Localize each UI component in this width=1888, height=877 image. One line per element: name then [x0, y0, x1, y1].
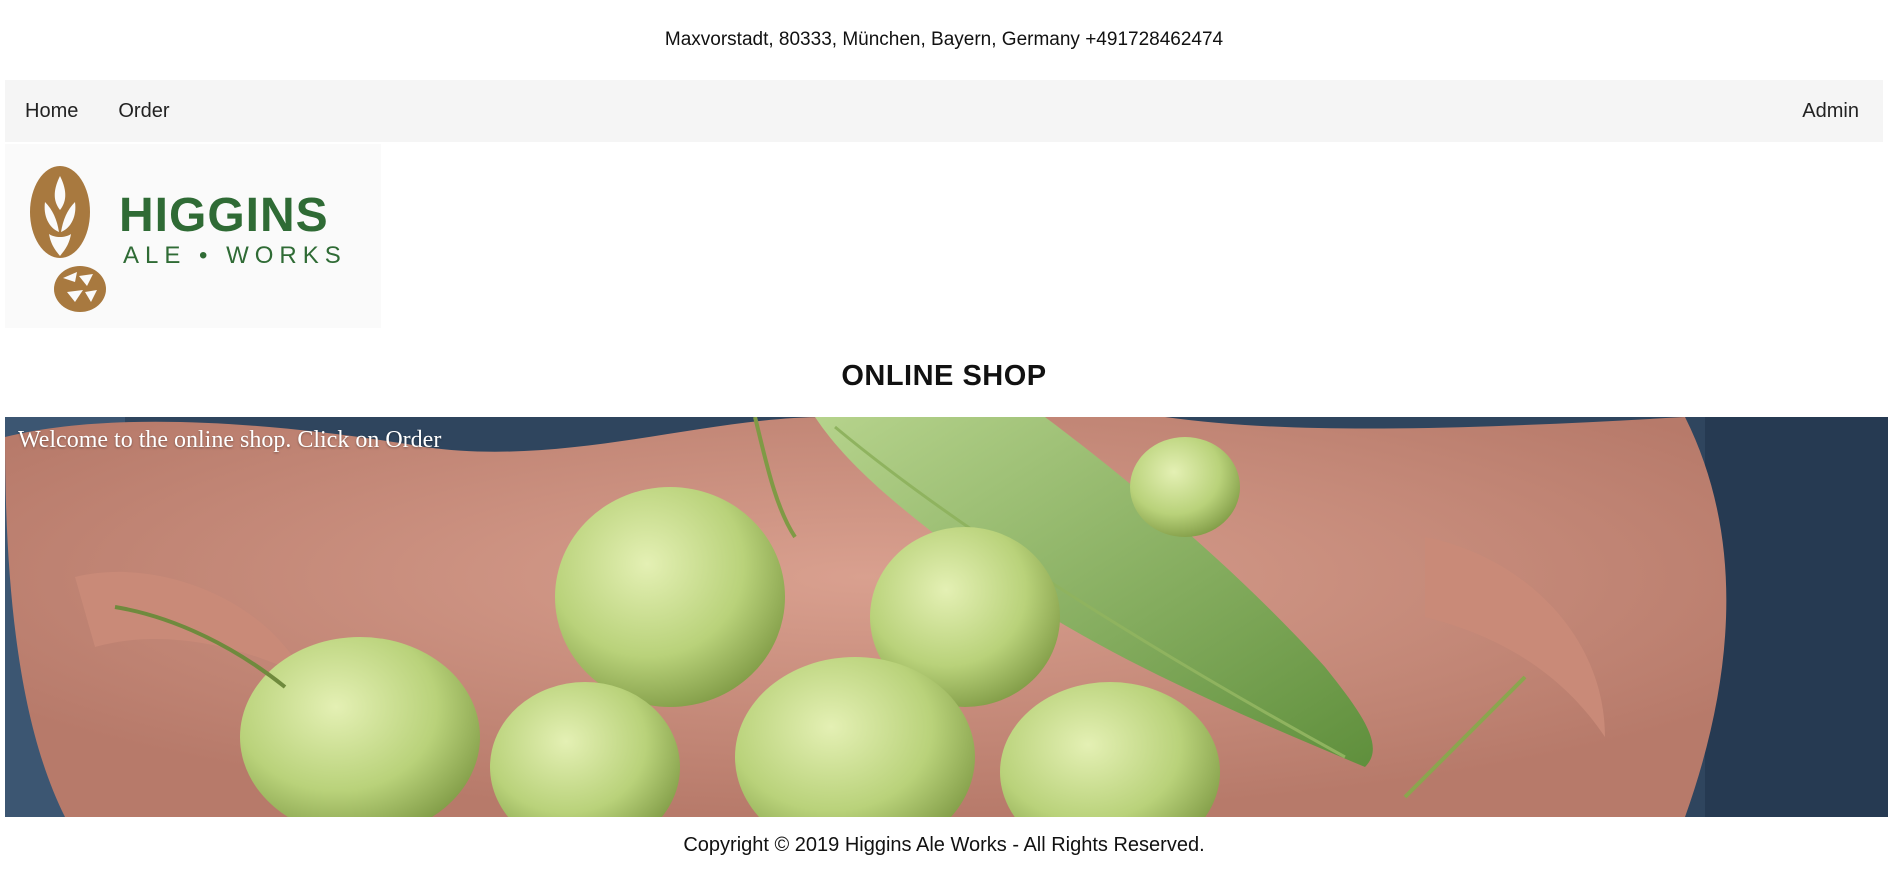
hops-in-hands-image	[5, 417, 1888, 817]
logo-word-higgins: HIGGINS	[119, 189, 329, 242]
contact-bar: Maxvorstadt, 80333, München, Bayern, Ger…	[0, 0, 1888, 80]
hero-banner: Welcome to the online shop. Click on Ord…	[5, 417, 1888, 817]
nav-right: Admin	[1782, 100, 1883, 123]
nav-left: Home Order	[5, 100, 189, 123]
navbar: Home Order Admin	[5, 80, 1883, 142]
copyright-text: Copyright © 2019 Higgins Ale Works - All…	[683, 833, 1205, 856]
nav-order-link[interactable]: Order	[98, 100, 189, 123]
logo-word-ale-works: ALE • WORKS	[123, 242, 347, 269]
logo[interactable]: HIGGINS ALE • WORKS	[5, 144, 381, 328]
address-text: Maxvorstadt, 80333, München, Bayern, Ger…	[664, 29, 1224, 50]
nav-home-link[interactable]: Home	[5, 100, 98, 123]
footer: Copyright © 2019 Higgins Ale Works - All…	[0, 813, 1888, 877]
page-title: ONLINE SHOP	[841, 360, 1047, 392]
nav-admin-link[interactable]: Admin	[1782, 100, 1883, 122]
welcome-text: Welcome to the online shop. Click on Ord…	[18, 427, 442, 453]
